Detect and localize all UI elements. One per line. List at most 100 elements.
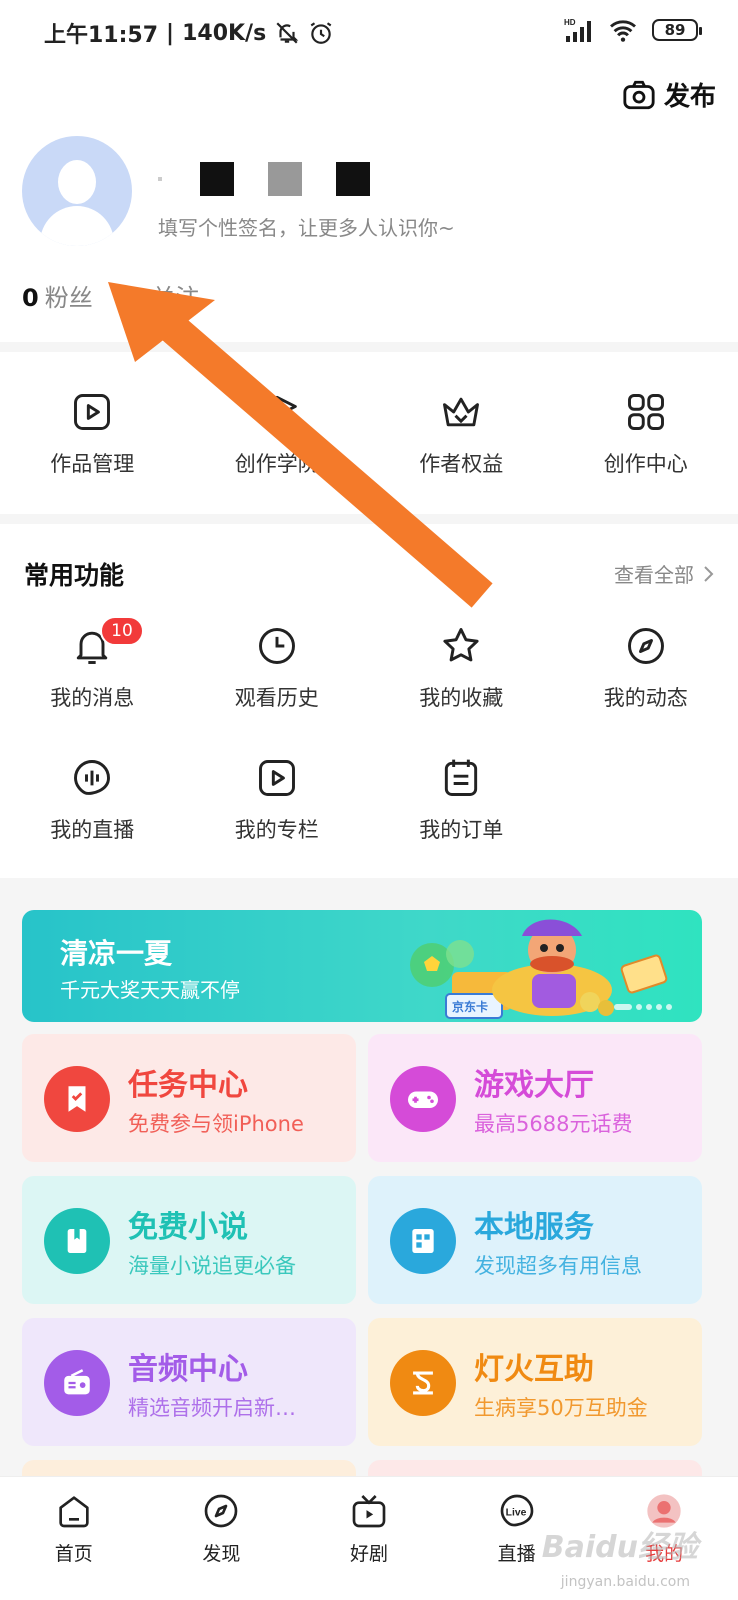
avatar-head	[58, 160, 96, 204]
card-icon-wrap	[44, 1350, 110, 1416]
func-label: 我的收藏	[419, 686, 504, 710]
carousel-dot	[666, 1004, 672, 1010]
tab-label: 直播	[497, 1543, 536, 1565]
card-icon-wrap	[390, 1350, 456, 1416]
status-bar: 上午11:57 | 140K/s HD 89	[0, 0, 738, 66]
card-title: 免费小说	[128, 1210, 248, 1245]
play-square-icon	[74, 394, 111, 430]
func-label: 我的动态	[603, 686, 688, 710]
play-square-icon	[258, 760, 295, 796]
screen: 上午11:57 | 140K/s HD 89 发布 填写个性签名，让更多人认识你…	[0, 0, 738, 1600]
redacted-block	[268, 162, 302, 196]
publish-label: 发布	[663, 82, 716, 112]
function-grid: 10 我的消息 观看历史 我的收藏 我的动态 我的直播 我的专栏 我的订单	[0, 610, 738, 874]
tool-works-management[interactable]: 作品管理	[0, 352, 185, 514]
camera-icon	[623, 80, 655, 109]
tab-label: 好剧	[349, 1543, 388, 1565]
bio-placeholder[interactable]: 填写个性签名，让更多人认识你~	[158, 212, 455, 241]
radio-icon	[64, 1369, 90, 1395]
battery-level: 89	[664, 21, 686, 39]
watermark-url: jingyan.baidu.com	[560, 1574, 690, 1590]
func-my-column[interactable]: 我的专栏	[185, 742, 370, 874]
func-watch-history[interactable]: 观看历史	[185, 610, 370, 742]
card-icon-wrap	[390, 1066, 456, 1132]
card-subtitle: 最高5688元话费	[474, 1112, 633, 1136]
signal-icon: HD	[564, 18, 591, 42]
tab-label: 首页	[54, 1543, 93, 1565]
func-label: 观看历史	[234, 686, 319, 710]
following-count: 0	[128, 284, 146, 312]
card-audio-center[interactable]: 音频中心 精选音频开启新…	[22, 1318, 356, 1446]
grid-four-icon	[627, 394, 664, 430]
followers-label: 粉丝	[44, 284, 93, 312]
network-speed: 140K/s	[182, 20, 267, 46]
tool-creator-center[interactable]: 创作中心	[554, 352, 738, 514]
svg-text:Live: Live	[505, 1507, 526, 1518]
promo-banner[interactable]: 清凉一夏 千元大奖天天赢不停 京东卡	[22, 910, 702, 1022]
card-icon-wrap	[44, 1208, 110, 1274]
func-my-messages[interactable]: 10 我的消息	[0, 610, 185, 742]
followers-stat[interactable]: 0 粉丝	[22, 278, 93, 313]
card-subtitle: 发现超多有用信息	[474, 1254, 642, 1278]
func-label: 我的消息	[50, 686, 135, 710]
card-title: 灯火互助	[474, 1352, 594, 1387]
card-subtitle: 海量小说追更必备	[128, 1254, 296, 1278]
watermark: Baidu经验	[541, 1530, 698, 1565]
card-subtitle: 精选音频开启新…	[128, 1396, 296, 1420]
mute-icon	[276, 22, 299, 44]
following-stat[interactable]: 0 关注	[129, 278, 200, 313]
following-label: 关注	[151, 284, 200, 312]
card-task-center[interactable]: 任务中心 免费参与领iPhone	[22, 1034, 356, 1162]
gamepad-icon	[408, 1091, 438, 1108]
battery-indicator: 89	[652, 19, 702, 41]
graduation-cap-icon	[256, 395, 297, 425]
star-icon	[443, 628, 479, 662]
func-my-activity[interactable]: 我的动态	[554, 610, 738, 742]
status-right: HD 89	[564, 18, 702, 42]
creator-tools: 作品管理 创作学院 作者权益 创作中心	[0, 352, 738, 514]
tab-discover[interactable]: 发现	[148, 1477, 296, 1600]
card-mutual-aid[interactable]: 灯火互助 生病享50万互助金	[368, 1318, 702, 1446]
status-divider: |	[166, 20, 175, 46]
card-game-hall[interactable]: 游戏大厅 最高5688元话费	[368, 1034, 702, 1162]
redacted-block	[336, 162, 370, 196]
tool-author-rights[interactable]: 作者权益	[369, 352, 554, 514]
profile-header: 发布 填写个性签名，让更多人认识你~ 0 粉丝 0 关注	[0, 66, 738, 342]
compass-icon	[627, 628, 664, 664]
card-local-services[interactable]: 本地服务 发现超多有用信息	[368, 1176, 702, 1304]
mutual-aid-icon	[413, 1371, 433, 1395]
func-my-live[interactable]: 我的直播	[0, 742, 185, 874]
alarm-icon	[310, 22, 332, 44]
tab-dramas[interactable]: 好剧	[295, 1477, 443, 1600]
username-redacted[interactable]	[158, 162, 370, 196]
view-all-link[interactable]: 查看全部	[614, 559, 716, 588]
tab-home[interactable]: 首页	[0, 1477, 148, 1600]
func-my-orders[interactable]: 我的订单	[369, 742, 554, 874]
live-wave-icon	[74, 760, 111, 795]
tool-label: 作品管理	[50, 452, 135, 476]
building-icon	[412, 1229, 434, 1253]
card-icon-wrap	[44, 1066, 110, 1132]
redacted-dot	[158, 177, 162, 181]
card-free-novels[interactable]: 免费小说 海量小说追更必备	[22, 1176, 356, 1304]
banner-title: 清凉一夏	[60, 937, 173, 970]
avatar-body	[40, 206, 114, 246]
carousel-dot-active	[614, 1004, 632, 1010]
unread-badge: 10	[100, 616, 144, 646]
carousel-dots	[614, 1004, 672, 1010]
card-icon-wrap	[390, 1208, 456, 1274]
tool-label: 创作中心	[603, 452, 688, 476]
tool-creator-academy[interactable]: 创作学院	[185, 352, 370, 514]
publish-button[interactable]: 发布	[622, 76, 716, 113]
carousel-dot	[646, 1004, 652, 1010]
clock-icon	[258, 628, 295, 664]
compass-icon	[205, 1494, 238, 1528]
section-title: 常用功能	[24, 561, 125, 590]
avatar[interactable]	[22, 136, 132, 246]
func-my-favorites[interactable]: 我的收藏	[369, 610, 554, 742]
banner-card-tag: 京东卡	[452, 999, 488, 1014]
tool-label: 作者权益	[419, 452, 504, 476]
redacted-block	[200, 162, 234, 196]
tv-icon	[352, 1495, 386, 1528]
card-title: 本地服务	[474, 1210, 594, 1245]
